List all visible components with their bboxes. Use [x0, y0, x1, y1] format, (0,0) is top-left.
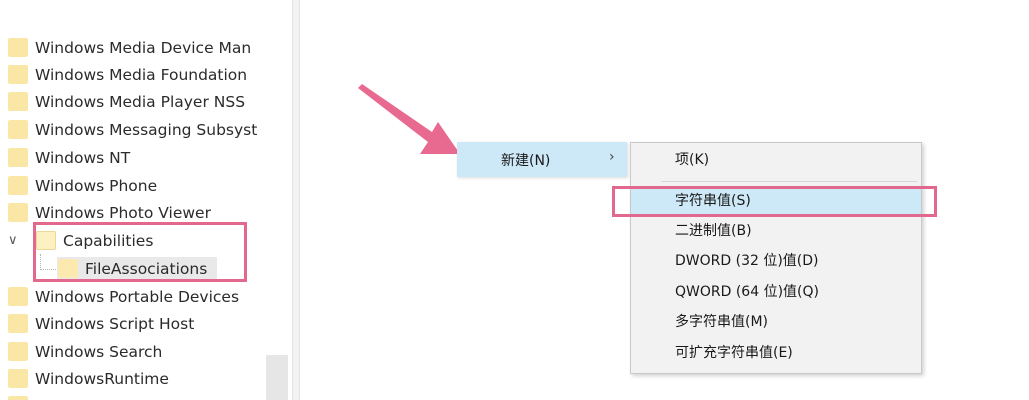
folder-icon	[8, 92, 28, 111]
tree-item[interactable]: Windows Messaging Subsyst	[8, 117, 257, 143]
tree-item[interactable]: Windows NT	[8, 145, 130, 171]
folder-icon	[8, 369, 28, 388]
folder-icon	[8, 65, 28, 84]
folder-icon	[8, 120, 28, 139]
new-submenu: 项(K) 字符串值(S) 二进制值(B) DWORD (32 位)值(D) QW…	[630, 142, 922, 374]
vertical-scrollbar-thumb[interactable]	[266, 355, 288, 400]
tree-item-label: Windows Media Player NSS	[35, 93, 246, 111]
tree-item-label: Windows Portable Devices	[35, 288, 240, 306]
folder-icon	[8, 342, 28, 361]
annotation-highlight-box	[612, 186, 937, 217]
chevron-down-icon[interactable]: ∨	[8, 228, 18, 254]
menu-item-label: 可扩充字符串值(E)	[675, 345, 793, 361]
context-menu: 新建(N) ›	[457, 142, 627, 177]
tree-item[interactable]	[8, 393, 35, 400]
folder-icon	[8, 176, 28, 195]
menu-item-label: DWORD (32 位)值(D)	[675, 253, 819, 269]
tree-item[interactable]: Windows Script Host	[8, 311, 194, 337]
tree-item-label: Windows Search	[35, 343, 163, 361]
menu-item-label: 多字符串值(M)	[675, 314, 769, 330]
tree-item[interactable]: Windows Media Player NSS	[8, 89, 245, 115]
menu-separator	[661, 181, 917, 182]
chevron-right-icon: ›	[609, 149, 615, 165]
annotation-highlight-box	[33, 222, 247, 282]
menu-item-new[interactable]: 新建(N) ›	[457, 142, 627, 177]
tree-item-label: Windows Media Foundation	[35, 66, 248, 84]
folder-icon	[8, 396, 28, 400]
menu-item-label: 新建(N)	[501, 153, 551, 169]
folder-icon	[8, 148, 28, 167]
tree-item[interactable]: Windows Phone	[8, 173, 157, 199]
tree-item[interactable]: Windows Search	[8, 339, 162, 365]
folder-icon	[8, 287, 28, 306]
folder-icon	[8, 203, 28, 222]
tree-item-label: Windows NT	[35, 149, 131, 167]
tree-item-label: Windows Script Host	[35, 315, 195, 333]
submenu-item-key[interactable]: 项(K)	[631, 146, 921, 174]
annotation-arrow-icon	[358, 84, 460, 154]
panel-splitter[interactable]	[292, 0, 300, 400]
submenu-item-qword-value[interactable]: QWORD (64 位)值(Q)	[631, 278, 921, 306]
folder-icon	[8, 38, 28, 57]
tree-item[interactable]: WindowsRuntime	[8, 366, 169, 392]
tree-item[interactable]: Windows Media Device Man	[8, 35, 251, 61]
menu-item-label: QWORD (64 位)值(Q)	[675, 284, 819, 300]
submenu-item-expandable-string-value[interactable]: 可扩充字符串值(E)	[631, 339, 921, 367]
tree-item-label: Windows Phone	[35, 177, 158, 195]
tree-item-label: Windows Messaging Subsyst	[35, 121, 258, 139]
submenu-item-dword-value[interactable]: DWORD (32 位)值(D)	[631, 247, 921, 275]
tree-item-label: WindowsRuntime	[35, 370, 169, 388]
menu-item-label: 项(K)	[675, 152, 710, 168]
menu-item-label: 二进制值(B)	[675, 223, 752, 239]
tree-item[interactable]: Windows Media Foundation	[8, 62, 247, 88]
folder-icon	[8, 314, 28, 333]
tree-item-label: Windows Photo Viewer	[35, 204, 211, 222]
registry-tree-panel: Windows Media Device Man Windows Media F…	[0, 0, 292, 400]
submenu-item-multi-string-value[interactable]: 多字符串值(M)	[631, 308, 921, 336]
tree-item-label: Windows Media Device Man	[35, 39, 252, 57]
tree-item[interactable]: Windows Portable Devices	[8, 284, 239, 310]
submenu-item-binary-value[interactable]: 二进制值(B)	[631, 217, 921, 245]
